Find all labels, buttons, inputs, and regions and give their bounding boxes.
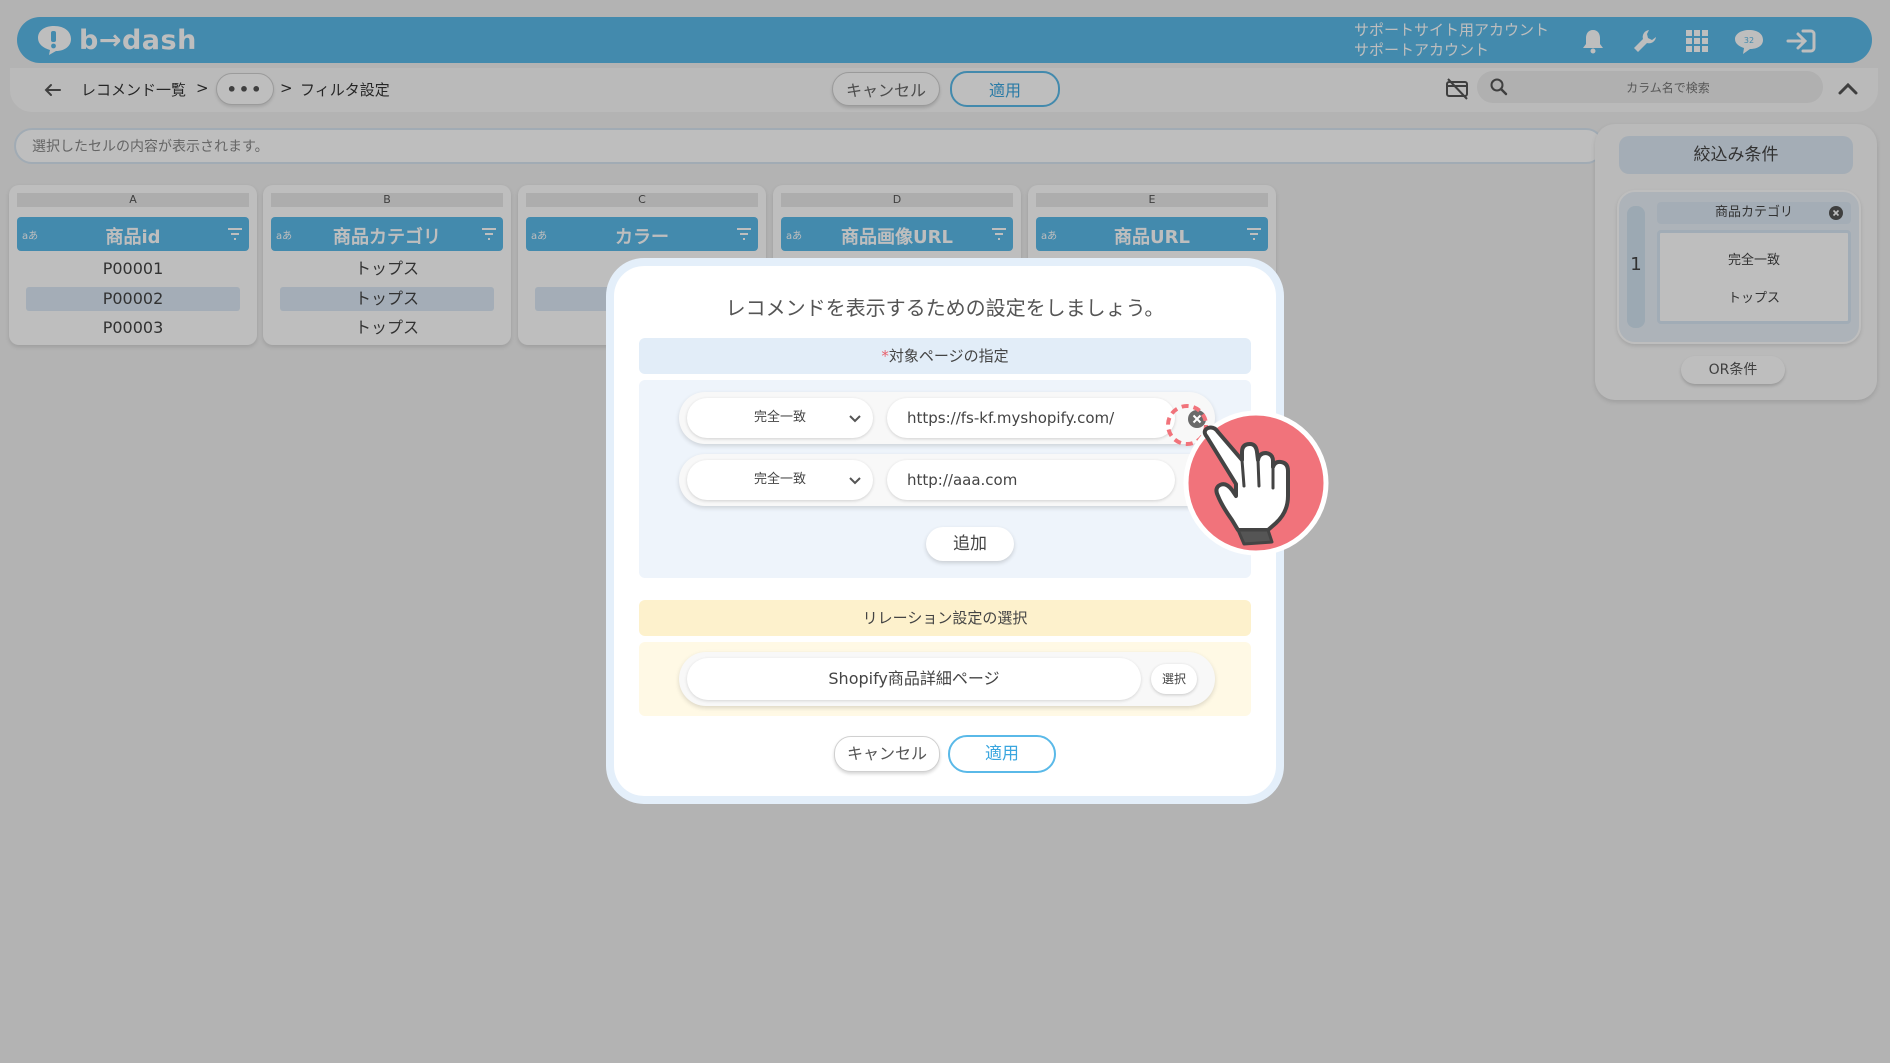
relation-value[interactable]: Shopify商品詳細ページ xyxy=(687,658,1141,700)
pointer-hand-icon xyxy=(1183,410,1329,556)
url-rule-row: 完全一致 https://fs-kf.myshopify.com/ xyxy=(679,392,1215,444)
chevron-down-icon xyxy=(849,415,861,423)
target-page-section-header: *対象ページの指定 xyxy=(639,338,1251,374)
relation-section-header: リレーション設定の選択 xyxy=(639,600,1251,636)
relation-row: Shopify商品詳細ページ 選択 xyxy=(679,652,1215,706)
chevron-down-icon xyxy=(849,477,861,485)
required-mark: * xyxy=(881,347,889,365)
modal-title: レコメンドを表示するための設定をしましょう。 xyxy=(725,296,1165,320)
relation-section: Shopify商品詳細ページ 選択 xyxy=(639,642,1251,716)
relation-select-button[interactable]: 選択 xyxy=(1151,664,1197,694)
match-type-select[interactable]: 完全一致 xyxy=(687,398,873,438)
url-input[interactable]: https://fs-kf.myshopify.com/ xyxy=(887,398,1175,438)
modal-apply-button[interactable]: 適用 xyxy=(948,735,1056,773)
target-page-section-title: 対象ページの指定 xyxy=(888,347,1009,365)
add-url-button[interactable]: 追加 xyxy=(926,527,1014,561)
match-type-value: 完全一致 xyxy=(753,410,806,425)
match-type-select[interactable]: 完全一致 xyxy=(687,460,873,500)
match-type-value: 完全一致 xyxy=(753,472,806,487)
url-input[interactable]: http://aaa.com xyxy=(887,460,1175,500)
modal-cancel-button[interactable]: キャンセル xyxy=(834,736,940,772)
url-rule-row: 完全一致 http://aaa.com xyxy=(679,454,1215,506)
